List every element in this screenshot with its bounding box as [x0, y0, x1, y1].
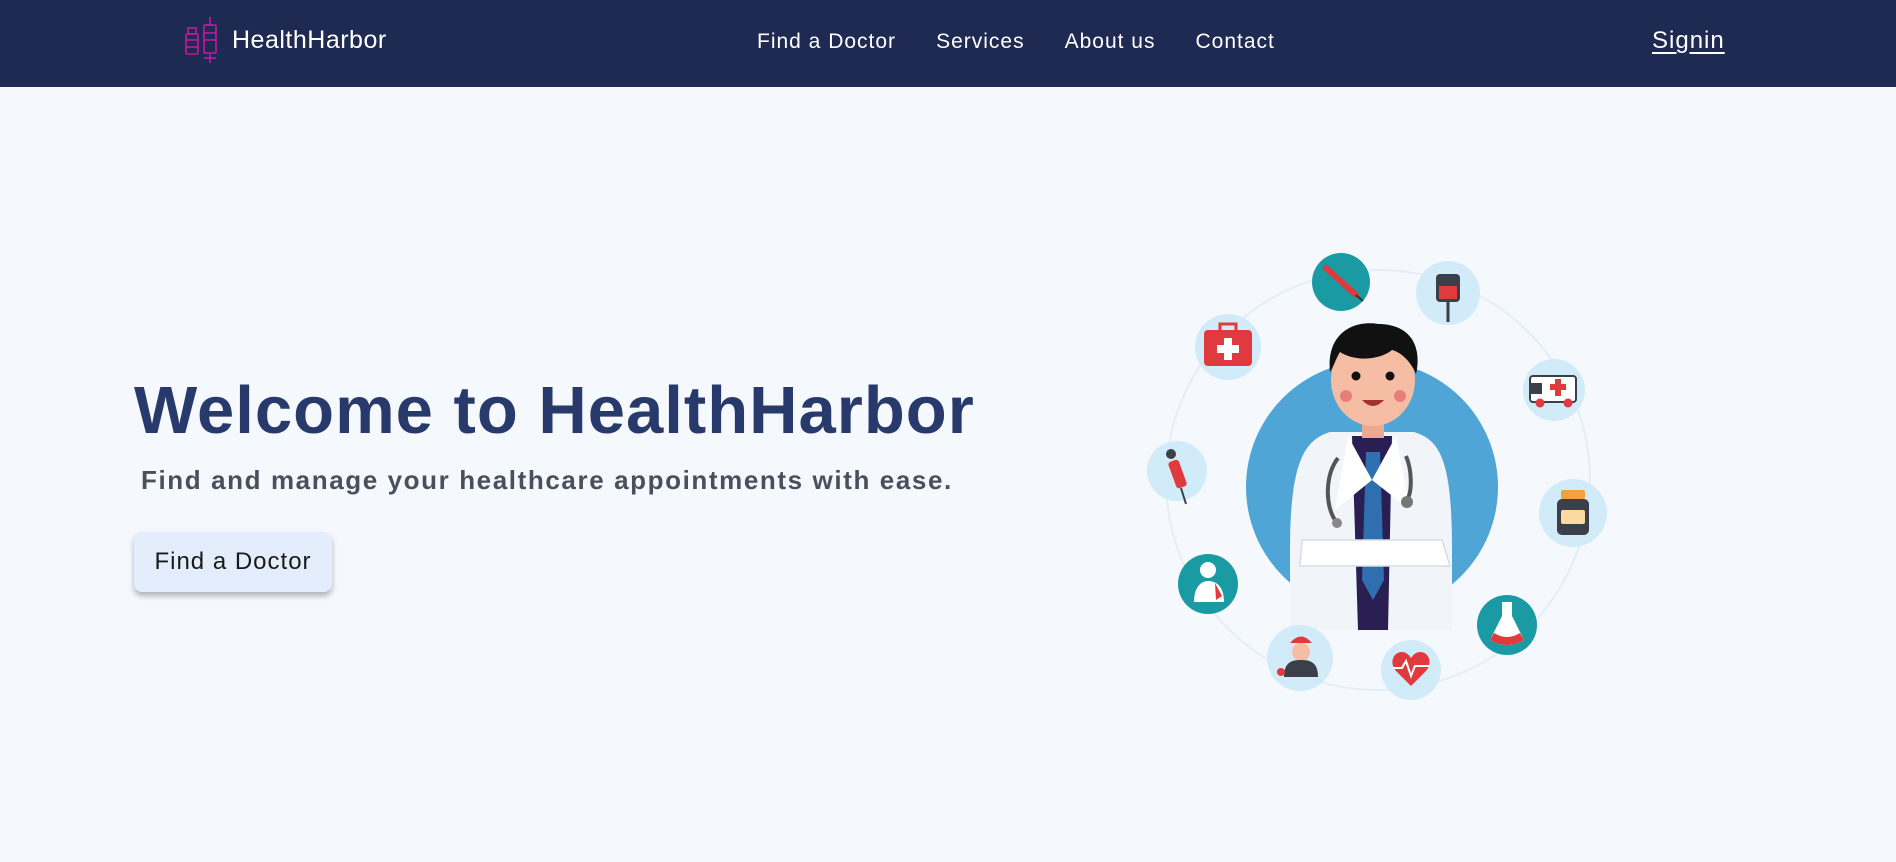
nav-link-find-a-doctor[interactable]: Find a Doctor — [757, 30, 896, 54]
syringe-icon — [1312, 253, 1370, 311]
medicine-bottles-logo-icon — [185, 17, 217, 63]
find-a-doctor-button[interactable]: Find a Doctor — [134, 532, 332, 592]
nurse-icon — [1267, 625, 1333, 691]
pill-bottle-icon — [1539, 479, 1607, 547]
heart-rate-icon — [1381, 640, 1441, 700]
hero-subtitle: Find and manage your healthcare appointm… — [141, 465, 953, 495]
nav-link-services[interactable]: Services — [936, 30, 1025, 54]
patient-icon — [1178, 554, 1238, 614]
flask-icon — [1477, 595, 1537, 655]
first-aid-kit-icon — [1195, 314, 1261, 380]
top-navbar: HealthHarbor Find a Doctor Services Abou… — [0, 0, 1896, 87]
dropper-icon — [1147, 441, 1207, 505]
doctor-character — [1290, 323, 1452, 630]
doctor-illustration — [1147, 253, 1607, 700]
brand[interactable]: HealthHarbor — [184, 16, 387, 64]
nav-link-contact[interactable]: Contact — [1196, 30, 1275, 54]
signin-link[interactable]: Signin — [1652, 27, 1725, 55]
hero-title: Welcome to HealthHarbor — [134, 373, 975, 448]
ambulance-icon — [1523, 359, 1585, 421]
brand-name: HealthHarbor — [232, 25, 387, 54]
iv-bag-icon — [1416, 261, 1480, 325]
nav-link-about-us[interactable]: About us — [1065, 30, 1156, 54]
main-nav: Find a Doctor Services About us Contact — [757, 30, 1275, 54]
